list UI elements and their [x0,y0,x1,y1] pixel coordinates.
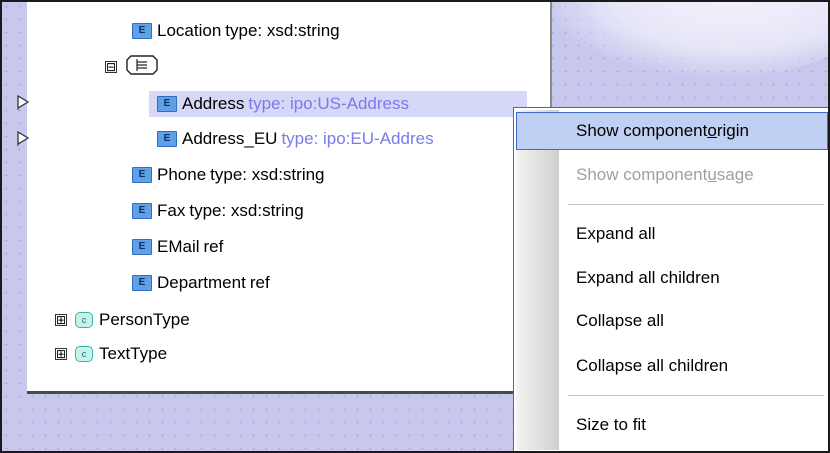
element-name: Fax [157,201,186,220]
element-badge-icon: E [157,96,177,112]
element-badge-icon: E [157,131,177,147]
element-type: type: xsd:string [225,21,340,40]
sequence-compositor-icon [125,54,159,81]
menu-label: Collapse all children [576,356,729,375]
menu-item-show-component-origin[interactable]: Show component o rigin [516,112,828,150]
menu-label-rest: sage [716,165,754,184]
menu-item-expand-all[interactable]: Expand all [516,215,828,253]
tree-row-sequence[interactable]: ⊟ [105,54,159,80]
element-badge-icon: E [132,239,152,255]
canvas-highlight [540,0,830,80]
expand-toggle-icon[interactable]: ⊞ [55,314,67,326]
design-canvas[interactable]: E Location type: xsd:string ⊟ E Address [0,0,830,453]
menu-item-show-component-usage[interactable]: Show component u sage [516,156,828,194]
tree-row-location[interactable]: E Location type: xsd:string [132,18,340,44]
tree-row-texttype[interactable]: ⊞ c TextType [55,341,167,367]
complex-type-name: PersonType [99,310,190,329]
menu-item-size-to-fit[interactable]: Size to fit [516,406,828,444]
element-badge-icon: E [132,167,152,183]
element-type: type: ipo:US-Address [248,94,410,113]
element-type: type: xsd:string [189,201,304,220]
tree-row-address[interactable]: E Address type: ipo:US-Address [149,91,527,117]
element-type: type: xsd:string [210,165,325,184]
element-name: Phone [157,165,207,184]
complex-type-icon: c [75,346,93,362]
menu-label: Collapse all [576,311,664,330]
complex-type-icon: c [75,312,93,328]
menu-item-collapse-all-children[interactable]: Collapse all children [516,347,828,385]
menu-item-expand-all-children[interactable]: Expand all children [516,259,828,297]
element-badge-icon: E [132,23,152,39]
element-name: Location [157,21,222,40]
menu-label: Show component [576,165,708,184]
element-badge-icon: E [132,203,152,219]
menu-separator [568,395,824,396]
port-arrow-icon[interactable] [16,94,30,113]
element-name: Department [157,273,246,292]
tree-row-email[interactable]: E EMail ref [132,234,223,260]
tree-row-phone[interactable]: E Phone type: xsd:string [132,162,325,188]
menu-mnemonic: o [707,121,717,140]
menu-item-collapse-all[interactable]: Collapse all [516,302,828,340]
menu-label: Expand all [576,224,656,243]
element-type: ref [203,237,224,256]
menu-label: Expand all children [576,268,720,287]
menu-separator [568,204,824,205]
expand-toggle-icon[interactable]: ⊞ [55,348,67,360]
menu-label: Size to fit [576,415,646,434]
collapse-toggle-icon[interactable]: ⊟ [105,61,117,73]
schema-tree-panel: E Location type: xsd:string ⊟ E Address [27,0,552,394]
element-name: Address_EU [182,129,278,148]
element-type: ref [249,273,270,292]
element-badge-icon: E [132,275,152,291]
tree-row-address-eu[interactable]: E Address_EU type: ipo:EU-Addres [157,126,434,152]
tree-row-department[interactable]: E Department ref [132,270,270,296]
complex-type-name: TextType [99,344,168,363]
menu-label: Show component [576,121,708,140]
tree-row-fax[interactable]: E Fax type: xsd:string [132,198,304,224]
element-name: EMail [157,237,200,256]
tree-row-persontype[interactable]: ⊞ c PersonType [55,307,190,333]
element-type: type: ipo:EU-Addres [281,129,434,148]
element-name: Address [182,94,245,113]
menu-mnemonic: u [707,165,717,184]
context-menu: Show component o rigin Show component u sa… [513,107,830,453]
port-arrow-icon[interactable] [16,130,30,149]
menu-label-rest: rigin [716,121,749,140]
